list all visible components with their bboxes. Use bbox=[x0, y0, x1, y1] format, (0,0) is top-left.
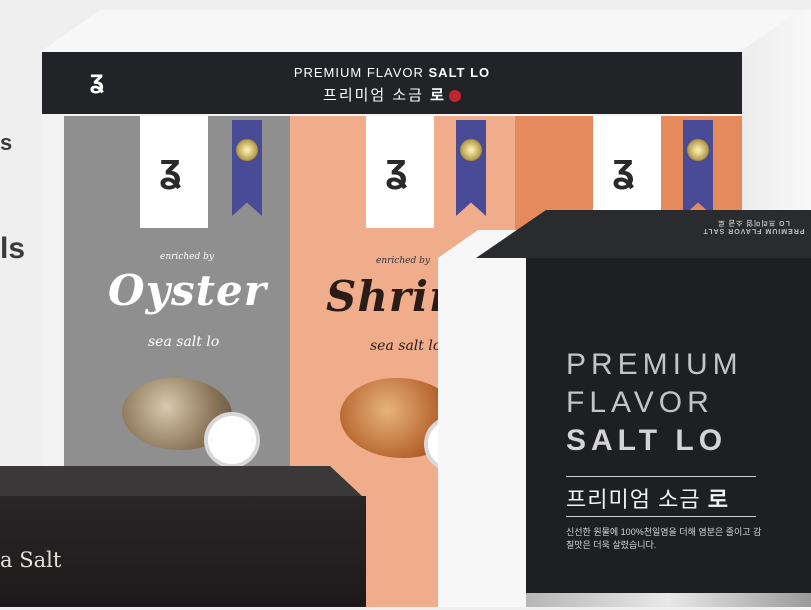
award-ribbon bbox=[456, 120, 486, 216]
brand-logo: ʓ bbox=[386, 146, 408, 190]
product-name: Oyster bbox=[108, 266, 267, 315]
front-right-box: PREMIUM FLAVOR SALT LO 프리미엄 소금 로 PREMIUM… bbox=[438, 210, 811, 607]
product-sub: sea salt lo bbox=[370, 338, 442, 354]
product-small-text: enriched by bbox=[376, 256, 430, 266]
product-small-text: enriched by bbox=[160, 252, 214, 262]
front-left-box-label: a Salt bbox=[0, 548, 62, 572]
band-korean-title: 프리미엄 소금 로 bbox=[42, 84, 742, 105]
front-left-box-lid bbox=[0, 466, 362, 496]
front-right-box-face: PREMIUM FLAVOR SALT LO 프리미엄 소금 로 신선한 원물에… bbox=[526, 258, 811, 607]
band-english-title: PREMIUM FLAVOR SALT LO bbox=[293, 65, 491, 80]
front-right-box-silver-edge bbox=[526, 593, 811, 607]
brand-logo: ʓ bbox=[90, 64, 104, 94]
award-ribbon bbox=[683, 120, 713, 216]
seal-icon bbox=[448, 90, 461, 103]
box-english-title: PREMIUM FLAVOR SALT LO bbox=[566, 348, 743, 457]
brand-logo: ʓ bbox=[160, 146, 182, 190]
lid-upside-down-text: PREMIUM FLAVOR SALT LO 프리미엄 소금 로 bbox=[702, 219, 805, 234]
quality-badge bbox=[204, 412, 260, 468]
award-ribbon bbox=[232, 120, 262, 216]
box-description: 신선한 원물에 100%천일염을 더해 염분은 줄이고 감칠맛은 더욱 살렸습니… bbox=[566, 527, 762, 550]
front-right-box-white-side bbox=[438, 230, 528, 607]
back-box-band: ʓ PREMIUM FLAVOR SALT LO 프리미엄 소금 로 bbox=[42, 52, 742, 114]
divider bbox=[566, 476, 756, 477]
back-box-lid bbox=[40, 10, 800, 52]
front-right-box-lid: PREMIUM FLAVOR SALT LO 프리미엄 소금 로 bbox=[476, 210, 811, 258]
divider bbox=[566, 516, 756, 517]
brand-logo: ʓ bbox=[613, 146, 635, 190]
brand-tag: ʓ bbox=[140, 116, 208, 228]
box-korean-title: 프리미엄 소금 로 bbox=[566, 487, 729, 512]
product-sub: sea salt lo bbox=[148, 334, 220, 350]
brand-tag: ʓ bbox=[366, 116, 434, 228]
